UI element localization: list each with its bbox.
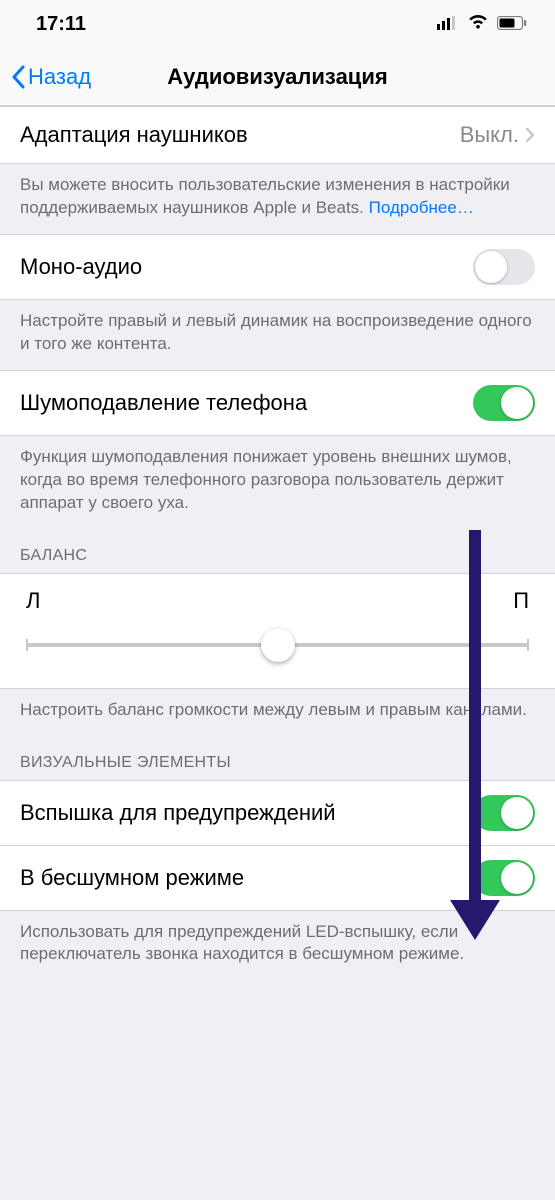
chevron-right-icon	[525, 127, 535, 143]
toggle-noise-cancellation[interactable]	[473, 385, 535, 421]
cell-label: В бесшумном режиме	[20, 865, 473, 891]
status-icons	[437, 13, 527, 36]
section-header-visual: ВИЗУАЛЬНЫЕ ЭЛЕМЕНТЫ	[0, 736, 555, 780]
status-time: 17:11	[36, 13, 86, 36]
cell-label: Моно-аудио	[20, 254, 473, 280]
battery-icon	[497, 13, 527, 36]
row-noise-cancellation: Шумоподавление телефона	[0, 370, 555, 436]
cell-label: Шумоподавление телефона	[20, 390, 473, 416]
toggle-mono-audio[interactable]	[473, 249, 535, 285]
slider-thumb[interactable]	[261, 628, 295, 662]
row-mono-audio: Моно-аудио	[0, 234, 555, 300]
row-headphone-accommodations[interactable]: Адаптация наушников Выкл.	[0, 106, 555, 164]
footer-headphones: Вы можете вносить пользовательские измен…	[0, 164, 555, 234]
footer-noise: Функция шумоподавления понижает уровень …	[0, 436, 555, 529]
balance-slider[interactable]	[26, 628, 529, 662]
section-header-balance: БАЛАНС	[0, 529, 555, 573]
cell-label: Адаптация наушников	[20, 122, 460, 148]
toggle-led-flash[interactable]	[473, 795, 535, 831]
back-label: Назад	[28, 64, 91, 90]
footer-flash: Использовать для предупреждений LED-вспы…	[0, 911, 555, 981]
balance-left-label: Л	[26, 588, 40, 614]
balance-slider-cell: Л П	[0, 573, 555, 689]
learn-more-link[interactable]: Подробнее…	[369, 198, 474, 217]
wifi-icon	[467, 13, 489, 36]
row-led-flash: Вспышка для предупреждений	[0, 780, 555, 846]
row-flash-on-silent: В бесшумном режиме	[0, 846, 555, 911]
toggle-flash-on-silent[interactable]	[473, 860, 535, 896]
cellular-icon	[437, 13, 459, 36]
cell-label: Вспышка для предупреждений	[20, 800, 473, 826]
chevron-left-icon	[10, 65, 26, 89]
cell-value: Выкл.	[460, 122, 519, 148]
footer-mono: Настройте правый и левый динамик на восп…	[0, 300, 555, 370]
page-title: Аудиовизуализация	[167, 64, 387, 90]
balance-right-label: П	[513, 588, 529, 614]
footer-balance: Настроить баланс громкости между левым и…	[0, 689, 555, 736]
back-button[interactable]: Назад	[10, 64, 91, 90]
status-bar: 17:11	[0, 0, 555, 48]
nav-header: Назад Аудиовизуализация	[0, 48, 555, 106]
